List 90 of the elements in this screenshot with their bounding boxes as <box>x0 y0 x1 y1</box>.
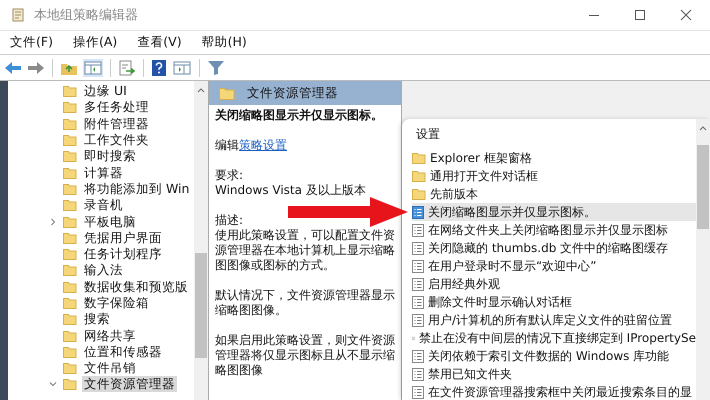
folder-icon <box>63 378 77 390</box>
policy-settings-link[interactable]: 策略设置 <box>239 138 287 152</box>
chevron-icon[interactable] <box>49 218 57 226</box>
folder-icon <box>219 86 235 100</box>
folder-icon <box>412 170 426 182</box>
menu-item[interactable]: 操作(A) <box>72 34 118 51</box>
tree-item[interactable]: 多任务处理 <box>82 99 151 116</box>
folder-icon <box>63 248 77 260</box>
tree-item[interactable]: 凭据用户界面 <box>82 230 164 246</box>
requirement-text: Windows Vista 及以上版本 <box>215 183 367 198</box>
help-icon[interactable] <box>151 58 167 76</box>
folder-icon <box>63 216 77 228</box>
description-paragraph: 使用此策略设置，可以配置文件资源管理器在本地计算机上显示缩略图图像或图标的方式。 <box>215 228 395 273</box>
tree-item[interactable]: 平板电脑 <box>82 214 138 230</box>
folder-icon <box>63 134 77 146</box>
chevron-icon[interactable] <box>49 380 57 388</box>
forward-arrow-icon[interactable] <box>27 60 45 76</box>
folder-icon <box>63 182 77 195</box>
scrollbar-thumb[interactable] <box>697 145 709 229</box>
folder-icon <box>63 280 77 293</box>
description-paragraph: 默认情况下，文件资源管理器显示缩略图图像。 <box>215 288 395 318</box>
menu-item[interactable]: 文件(F) <box>10 34 53 51</box>
folder-icon <box>63 264 77 276</box>
folder-icon <box>63 118 77 130</box>
close-icon[interactable] <box>680 9 692 21</box>
properties-pane-icon[interactable] <box>172 58 192 76</box>
setting-row[interactable]: 关闭隐藏的 thumbs.db 文件中的缩略图缓存 <box>412 239 696 257</box>
tree-item[interactable]: 数字保险箱 <box>82 295 151 311</box>
setting-row[interactable]: 禁止在没有中间层的情况下直接绑定到 IPropertySe <box>412 329 696 347</box>
scroll-up-icon[interactable] <box>197 87 205 93</box>
setting-row[interactable]: 删除文件时显示确认对话框 <box>412 293 696 311</box>
tree-item[interactable]: 即时搜索 <box>82 148 138 164</box>
app-icon <box>10 7 26 23</box>
tree-item[interactable]: 文件资源管理器 <box>82 376 177 392</box>
folder-icon <box>63 232 77 244</box>
tree-item[interactable]: 边缘 UI <box>82 83 129 100</box>
folder-icon <box>63 166 77 179</box>
setting-row[interactable]: 关闭依赖于索引文件数据的 Windows 库功能 <box>412 347 696 365</box>
setting-row[interactable]: 用户/计算机的所有默认库定义文件的驻留位置 <box>412 311 696 329</box>
tree-item[interactable]: 工作文件夹 <box>82 132 151 148</box>
requirement-label: 要求: <box>215 168 244 183</box>
tree-item[interactable]: 网络共享 <box>82 328 138 344</box>
edit-label: 编辑 <box>215 138 239 152</box>
policy-title: 关闭缩略图显示并仅显示图标。 <box>215 108 384 123</box>
panel-title: 文件资源管理器 <box>247 84 338 102</box>
setting-row[interactable]: 先前版本 <box>412 185 696 203</box>
scrollbar-thumb[interactable] <box>195 253 207 358</box>
menu-item[interactable]: 查看(V) <box>137 34 182 51</box>
scrollbar[interactable] <box>696 119 710 400</box>
tree-item[interactable]: 文件吊销 <box>82 360 138 376</box>
folder-icon <box>63 150 77 162</box>
folder-icon <box>63 101 77 114</box>
scroll-up-icon[interactable] <box>699 125 707 131</box>
column-header[interactable]: 设置 <box>412 119 696 149</box>
setting-row[interactable]: 在文件资源管理器搜索框中关闭最近搜索条目的显 <box>412 383 696 400</box>
export-list-icon[interactable] <box>118 60 136 76</box>
setting-row[interactable]: Explorer 框架窗格 <box>412 149 696 167</box>
tree-item[interactable]: 输入法 <box>82 262 125 278</box>
setting-row[interactable]: 在用户登录时不显示“欢迎中心” <box>412 257 696 275</box>
folder-icon <box>63 297 77 309</box>
setting-row[interactable]: 启用经典外观 <box>412 275 696 293</box>
setting-row[interactable]: 关闭缩略图显示并仅显示图标。 <box>412 203 696 221</box>
description-label: 描述: <box>215 213 244 228</box>
folder-icon <box>63 199 77 212</box>
tree-item[interactable]: 任务计划程序 <box>82 246 164 262</box>
tree-item[interactable]: 位置和传感器 <box>82 344 164 360</box>
menu-item[interactable]: 帮助(H) <box>202 34 247 51</box>
scrollbar[interactable] <box>194 81 208 400</box>
panel-toggle-icon[interactable] <box>83 58 103 76</box>
setting-row[interactable]: 在网络文件夹上关闭缩略图显示并仅显示图标 <box>412 221 696 239</box>
tree-item[interactable]: 搜索 <box>82 311 112 328</box>
folder-icon <box>63 346 77 358</box>
tree-item[interactable]: 数据收集和预览版 <box>82 278 190 295</box>
folder-icon <box>63 313 77 326</box>
window-title: 本地组策略编辑器 <box>34 7 138 24</box>
folder-icon <box>63 85 77 98</box>
setting-row[interactable]: 通用打开文件对话框 <box>412 167 696 185</box>
tree-item[interactable]: 录音机 <box>82 197 125 214</box>
tree-item[interactable]: 附件管理器 <box>82 116 151 132</box>
folder-icon <box>412 152 426 164</box>
folder-icon <box>63 362 77 374</box>
setting-row[interactable]: 禁用已知文件夹 <box>412 365 696 383</box>
description-paragraph: 如果启用此策略设置，则文件资源管理器将仅显示图标且从不显示缩略图图像 <box>215 333 395 378</box>
maximize-icon[interactable] <box>634 9 646 21</box>
back-arrow-icon[interactable] <box>4 60 22 76</box>
tree-item[interactable]: 计算器 <box>82 164 125 181</box>
folder-icon <box>63 330 77 342</box>
tree-item[interactable]: 将功能添加到 Win <box>82 180 192 197</box>
folder-icon <box>412 188 426 200</box>
filter-icon[interactable] <box>207 60 225 76</box>
